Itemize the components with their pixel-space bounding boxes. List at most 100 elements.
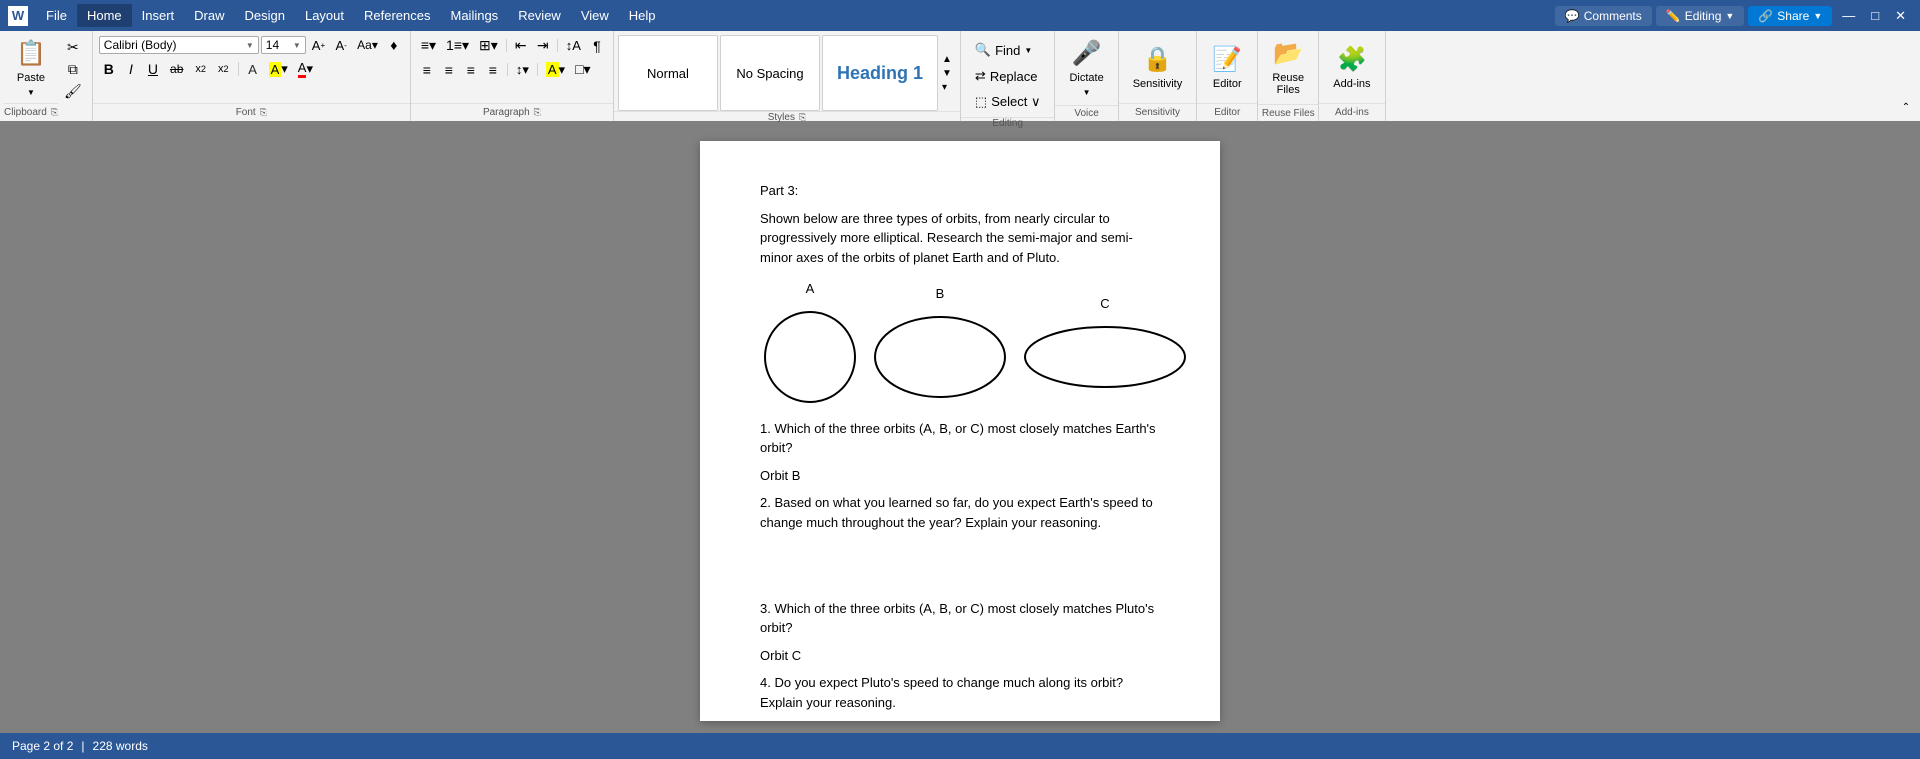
add-ins-icon: 🧩 [1337,45,1367,74]
editing-button[interactable]: ✏️ Editing ▼ [1656,6,1745,26]
intro-text: Shown below are three types of orbits, f… [760,209,1160,268]
style-heading1[interactable]: Heading 1 [822,35,938,111]
minimize-icon[interactable]: — [1836,4,1861,27]
change-case-button[interactable]: Aa▾ [353,35,382,55]
menu-view[interactable]: View [571,4,619,27]
add-ins-button[interactable]: 🧩 Add-ins [1325,41,1378,94]
font-expand-icon[interactable]: ⎘ [260,107,267,118]
reuse-files-icon: 📂 [1273,39,1303,68]
styles-gallery: Normal No Spacing Heading 1 [618,35,938,111]
underline-button[interactable]: U [143,59,163,79]
close-icon[interactable]: ✕ [1889,4,1912,28]
style-normal[interactable]: Normal [618,35,718,111]
multilevel-button[interactable]: ⊞▾ [475,35,502,56]
bullets-button[interactable]: ≡▾ [417,35,440,56]
menu-help[interactable]: Help [619,4,666,27]
find-button[interactable]: 🔍 Find ▼ [967,39,1040,61]
styles-scroll-up[interactable]: ▲ [940,53,954,66]
numbering-button[interactable]: 1≡▾ [442,35,473,56]
styles-scroll-down[interactable]: ▼ [940,67,954,80]
title-bar: W File Home Insert Draw Design Layout Re… [0,0,1920,31]
font-family-selector[interactable]: Calibri (Body) ▼ [99,36,259,54]
menu-draw[interactable]: Draw [184,4,234,27]
paragraph-expand-icon[interactable]: ⎘ [534,107,541,118]
increase-indent-button[interactable]: ⇥ [533,35,553,56]
orbit-b-svg [870,312,1010,402]
clipboard-band: 📋 Paste ▼ Clipboard ⎘ ✂ ⧉ 🖌 [0,31,93,121]
menu-mailings[interactable]: Mailings [441,4,509,27]
format-painter-button[interactable]: 🖌 [60,81,86,101]
decrease-indent-button[interactable]: ⇤ [511,35,531,56]
menu-design[interactable]: Design [235,4,295,27]
italic-button[interactable]: I [121,59,141,79]
question-4: 4. Do you expect Pluto's speed to change… [760,673,1160,712]
question-3: 3. Which of the three orbits (A, B, or C… [760,599,1160,638]
add-ins-label: Add-ins [1319,103,1384,121]
highlight-button[interactable]: A▾ [265,59,292,79]
share-button[interactable]: 🔗 Share ▼ [1748,6,1832,26]
shading-button[interactable]: A▾ [542,60,569,80]
styles-scroll-expand[interactable]: ▾ [940,81,954,94]
styles-band: Normal No Spacing Heading 1 ▲ ▼ ▾ Styles [614,31,961,121]
editor-band: 📝 Editor Editor [1197,31,1258,121]
sort-button[interactable]: ↕A [562,36,585,56]
comments-button[interactable]: 💬 Comments [1555,6,1652,26]
menu-file[interactable]: File [36,4,77,27]
styles-label: Styles ⎘ [614,111,960,123]
restore-icon[interactable]: □ [1865,4,1885,27]
select-button[interactable]: ⬚ Select ∨ [967,91,1049,113]
para-row-1: ≡▾ 1≡▾ ⊞▾ ⇤ ⇥ ↕A ¶ [417,35,607,56]
add-ins-band: 🧩 Add-ins Add-ins [1319,31,1385,121]
paste-button[interactable]: 📋 Paste ▼ [7,35,55,101]
copy-button[interactable]: ⧉ [60,59,86,79]
increase-font-button[interactable]: A+ [308,35,329,55]
collapse-ribbon-button[interactable]: ⌃ [1896,97,1916,117]
styles-expand-icon[interactable]: ⎘ [799,112,806,123]
paragraph-band: ≡▾ 1≡▾ ⊞▾ ⇤ ⇥ ↕A ¶ ≡ ≡ ≡ ≡ ↕▾ A▾ [411,31,614,121]
orbits-container: A B C [760,279,1160,407]
replace-button[interactable]: ⇄ Replace [967,65,1046,87]
superscript-button[interactable]: x2 [213,59,234,79]
cut-button[interactable]: ✂ [60,37,86,57]
align-center-button[interactable]: ≡ [439,60,459,80]
decrease-font-button[interactable]: A- [331,35,351,55]
styles-scroll-controls: ▲ ▼ ▾ [938,51,956,96]
document-content: Part 3: Shown below are three types of o… [760,181,1160,712]
app-icon: W [8,6,28,26]
reuse-files-button[interactable]: 📂 ReuseFiles [1264,35,1312,100]
menu-insert[interactable]: Insert [132,4,185,27]
menu-layout[interactable]: Layout [295,4,354,27]
editor-button[interactable]: 📝 Editor [1203,41,1251,94]
document-area: Part 3: Shown below are three types of o… [0,121,1920,733]
voice-band: 🎤 Dictate ▼ Voice [1055,31,1118,121]
clear-formatting-button[interactable]: ♦ [384,35,404,55]
menubar-right: 💬 Comments ✏️ Editing ▼ 🔗 Share ▼ — □ ✕ [1555,4,1912,28]
strikethrough-button[interactable]: ab [165,59,188,79]
font-band: Calibri (Body) ▼ 14 ▼ A+ A- Aa▾ ♦ B I U … [93,31,411,121]
menu-review[interactable]: Review [508,4,571,27]
menu-references[interactable]: References [354,4,440,27]
part-label: Part 3: [760,181,1160,201]
align-left-button[interactable]: ≡ [417,60,437,80]
align-right-button[interactable]: ≡ [461,60,481,80]
orbit-a-label: A [806,279,815,299]
paragraph-label: Paragraph ⎘ [411,103,613,121]
font-size-selector[interactable]: 14 ▼ [261,36,306,54]
menu-home[interactable]: Home [77,4,132,27]
show-marks-button[interactable]: ¶ [587,36,607,56]
word-count: 228 words [93,739,148,753]
borders-button[interactable]: □▾ [571,59,594,80]
font-color-button[interactable]: A▾ [294,58,317,80]
clipboard-expand-icon[interactable]: ⎘ [51,107,58,118]
justify-button[interactable]: ≡ [483,60,503,80]
subscript-button[interactable]: x2 [190,59,211,79]
reuse-files-label: Reuse Files [1258,104,1318,121]
line-spacing-button[interactable]: ↕▾ [512,60,533,80]
sensitivity-button[interactable]: 🔒 Sensitivity [1125,41,1191,94]
dictate-button[interactable]: 🎤 Dictate ▼ [1061,35,1111,101]
text-effects-button[interactable]: A [243,59,263,79]
style-no-spacing[interactable]: No Spacing [720,35,820,111]
find-icon: 🔍 [975,42,991,58]
orbit-b: B [870,284,1010,402]
bold-button[interactable]: B [99,59,119,79]
